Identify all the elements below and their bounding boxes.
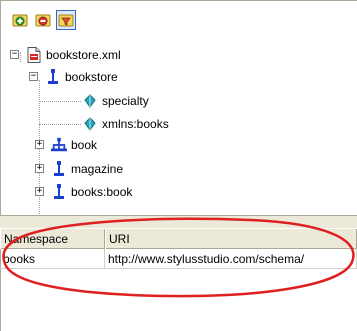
tree-node-label: books:book: [71, 185, 133, 199]
xml-tree: − bookstore.xml − bookstore specialty xm…: [0, 40, 357, 232]
tree-node-label: book: [71, 138, 98, 152]
grid-header: Namespace URI: [0, 229, 357, 249]
column-header-namespace[interactable]: Namespace: [0, 229, 105, 249]
xml-file-icon: [26, 47, 42, 63]
tree-node-label: xmlns:books: [102, 117, 169, 131]
cell-uri[interactable]: http://www.stylusstudio.com/schema/: [105, 249, 357, 269]
element-group-icon: [51, 137, 67, 153]
expand-icon[interactable]: +: [35, 164, 44, 173]
filter-icon: [58, 14, 74, 27]
cell-namespace[interactable]: books: [0, 249, 105, 269]
tree-node-label: magazine: [71, 162, 124, 176]
remove-button[interactable]: [33, 10, 53, 30]
tree-node-label: specialty: [102, 94, 149, 108]
expand-icon[interactable]: +: [35, 187, 44, 196]
pane-splitter[interactable]: [0, 215, 357, 229]
collapse-icon[interactable]: −: [29, 72, 38, 81]
tree-node-root[interactable]: − bookstore.xml: [10, 46, 121, 64]
tree-node-label: bookstore: [65, 70, 118, 84]
column-header-uri[interactable]: URI: [105, 229, 357, 249]
tree-node-specialty[interactable]: specialty: [82, 92, 149, 110]
collapse-icon[interactable]: −: [10, 50, 19, 59]
toolbar: [10, 10, 76, 32]
tree-node-xmlns-books[interactable]: xmlns:books: [82, 115, 169, 133]
element-icon: [45, 69, 61, 85]
table-row[interactable]: books http://www.stylusstudio.com/schema…: [0, 249, 357, 269]
tree-node-books-book[interactable]: + books:book: [35, 183, 132, 201]
filter-button[interactable]: [56, 10, 76, 30]
tree-node-book[interactable]: + book: [35, 136, 97, 154]
folder-remove-icon: [35, 14, 51, 27]
element-icon: [51, 184, 67, 200]
tree-node-label: bookstore.xml: [46, 48, 121, 62]
attribute-icon: [82, 116, 98, 132]
attribute-icon: [82, 93, 98, 109]
tree-node-magazine[interactable]: + magazine: [35, 160, 123, 178]
element-icon: [51, 161, 67, 177]
add-green-icon: [12, 14, 28, 27]
add-namespace-button[interactable]: [10, 10, 30, 30]
expand-icon[interactable]: +: [35, 140, 44, 149]
tree-node-bookstore[interactable]: − bookstore: [29, 68, 118, 86]
